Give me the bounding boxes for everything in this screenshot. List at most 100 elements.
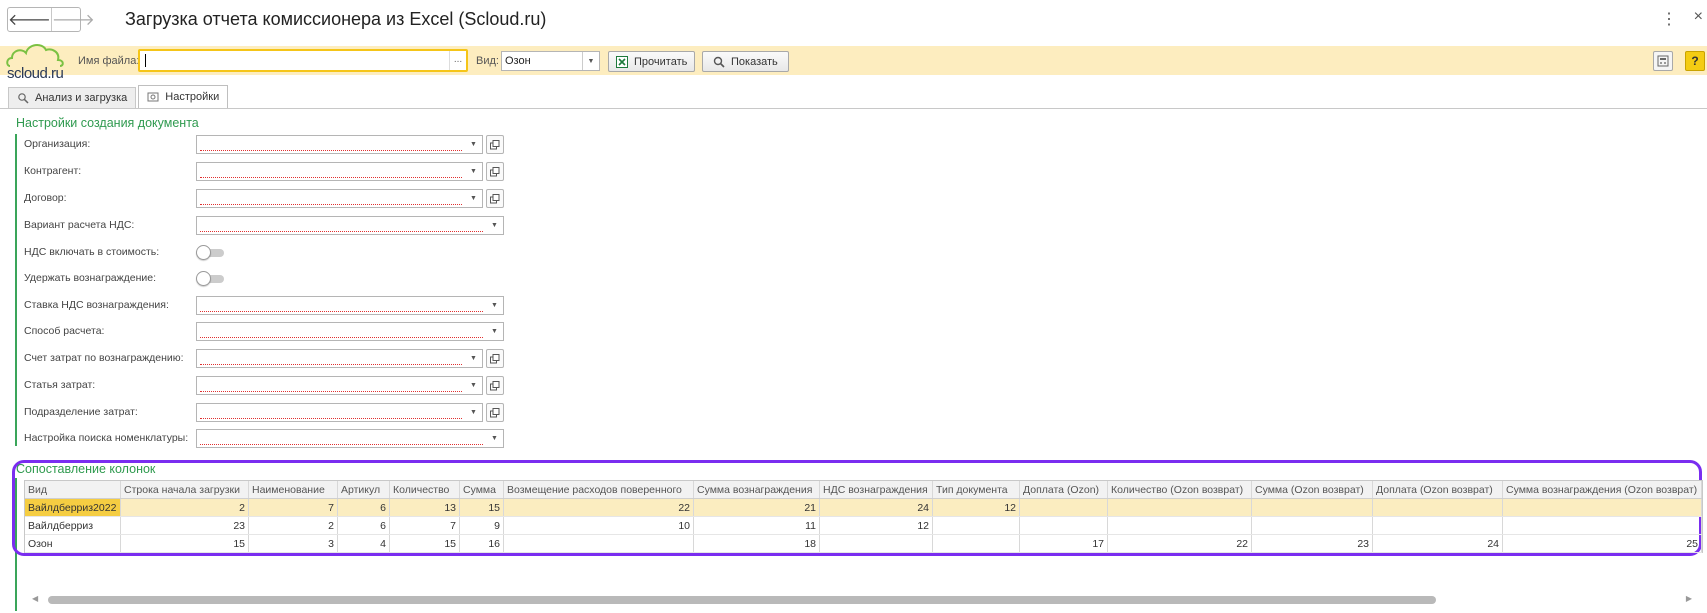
table-cell[interactable]: 9 [460,517,504,534]
toggle-switch[interactable] [196,271,226,286]
table-row[interactable]: Вайлдберриз2022 2 7 6 13 15 22 21 24 12 [25,499,1702,517]
column-header[interactable]: Количество (Ozon возврат) [1108,481,1252,498]
table-cell[interactable]: 10 [504,517,694,534]
chevron-down-icon[interactable]: ▼ [486,430,503,447]
file-name-field[interactable]: ... [138,49,468,72]
read-button[interactable]: Прочитать [608,51,696,72]
settings-input-field[interactable]: ▼ [196,296,504,315]
table-cell[interactable]: 23 [121,517,249,534]
table-cell[interactable]: 2 [249,517,338,534]
table-cell[interactable] [933,535,1020,552]
table-cell[interactable]: 15 [390,535,460,552]
table-cell[interactable] [1373,499,1503,516]
scroll-left-icon[interactable]: ◀ [32,594,38,603]
table-cell[interactable]: 3 [249,535,338,552]
table-cell[interactable]: 12 [820,517,933,534]
table-cell[interactable]: 23 [1252,535,1373,552]
settings-input-field[interactable]: ▼ [196,349,483,368]
chevron-down-icon[interactable]: ▼ [465,404,482,421]
table-cell[interactable]: 24 [820,499,933,516]
table-row[interactable]: Озон 15 3 4 15 16 18 17 22 23 24 25 [25,535,1702,553]
table-cell[interactable]: Вайлдберриз [25,517,121,534]
column-header[interactable]: Сумма вознаграждения (Ozon возврат) [1503,481,1702,498]
table-cell[interactable]: 22 [504,499,694,516]
table-cell[interactable] [933,517,1020,534]
table-cell[interactable] [1108,517,1252,534]
chevron-down-icon[interactable]: ▼ [465,136,482,153]
chevron-down-icon[interactable]: ▼ [486,297,503,314]
column-header[interactable]: Наименование [249,481,338,498]
chevron-down-icon[interactable]: ▼ [465,377,482,394]
chevron-down-icon[interactable]: ▼ [465,163,482,180]
settings-input-field[interactable]: ▼ [196,216,504,235]
open-form-button[interactable] [486,189,504,208]
table-cell[interactable]: 6 [338,517,390,534]
table-cell[interactable] [820,535,933,552]
settings-input-field[interactable]: ▼ [196,162,483,181]
help-button[interactable]: ? [1685,51,1705,71]
chevron-down-icon[interactable]: ▼ [486,217,503,234]
column-header[interactable]: НДС вознаграждения [820,481,933,498]
table-cell[interactable]: Вайлдберриз2022 [25,499,121,516]
table-cell[interactable]: 25 [1503,535,1702,552]
file-browse-button[interactable]: ... [449,51,466,70]
table-cell[interactable]: 7 [249,499,338,516]
vid-select[interactable]: Озон ▼ [501,51,600,71]
table-cell[interactable] [1020,517,1108,534]
table-cell[interactable] [1252,517,1373,534]
table-cell[interactable]: 22 [1108,535,1252,552]
table-cell[interactable]: 15 [121,535,249,552]
table-cell[interactable]: 13 [390,499,460,516]
column-header[interactable]: Артикул [338,481,390,498]
calculator-button[interactable] [1653,51,1673,71]
chevron-down-icon[interactable]: ▼ [465,190,482,207]
settings-input-field[interactable]: ▼ [196,429,504,448]
table-cell[interactable] [504,535,694,552]
column-header[interactable]: Строка начала загрузки [121,481,249,498]
close-icon[interactable]: × [1694,8,1703,26]
table-cell[interactable] [1020,499,1108,516]
column-header[interactable]: Возмещение расходов поверенного [504,481,694,498]
table-cell[interactable]: 15 [460,499,504,516]
table-cell[interactable]: 12 [933,499,1020,516]
column-header[interactable]: Вид [25,481,121,498]
table-cell[interactable] [1373,517,1503,534]
table-cell[interactable]: 18 [694,535,820,552]
open-form-button[interactable] [486,162,504,181]
column-header[interactable]: Доплата (Ozon) [1020,481,1108,498]
horizontal-scrollbar[interactable]: ◀ ▶ [32,594,1692,604]
more-menu-icon[interactable]: ⋮ [1661,9,1677,29]
table-row[interactable]: Вайлдберриз 23 2 6 7 9 10 11 12 [25,517,1702,535]
toggle-switch[interactable] [196,245,226,260]
open-form-button[interactable] [486,349,504,368]
settings-input-field[interactable]: ▼ [196,403,483,422]
table-cell[interactable]: 24 [1373,535,1503,552]
back-button[interactable]: 🡐 [8,8,51,31]
tab-analysis[interactable]: Анализ и загрузка [8,87,137,108]
table-cell[interactable]: 6 [338,499,390,516]
table-cell[interactable]: 21 [694,499,820,516]
table-cell[interactable]: 2 [121,499,249,516]
tab-settings[interactable]: Настройки [138,85,229,108]
chevron-down-icon[interactable]: ▼ [582,52,599,70]
table-cell[interactable] [1108,499,1252,516]
open-form-button[interactable] [486,135,504,154]
settings-input-field[interactable]: ▼ [196,189,483,208]
chevron-down-icon[interactable]: ▼ [486,323,503,340]
column-header[interactable]: Количество [390,481,460,498]
show-button[interactable]: Показать [702,51,789,72]
table-cell[interactable]: 7 [390,517,460,534]
settings-input-field[interactable]: ▼ [196,376,483,395]
table-cell[interactable]: 17 [1020,535,1108,552]
settings-input-field[interactable]: ▼ [196,322,504,341]
file-name-input[interactable] [140,51,466,70]
table-cell[interactable] [1503,517,1702,534]
column-header[interactable]: Сумма [460,481,504,498]
open-form-button[interactable] [486,376,504,395]
column-header[interactable]: Сумма (Ozon возврат) [1252,481,1373,498]
column-header[interactable]: Доплата (Ozon возврат) [1373,481,1503,498]
settings-input-field[interactable]: ▼ [196,135,483,154]
table-cell[interactable]: 4 [338,535,390,552]
table-cell[interactable]: 16 [460,535,504,552]
chevron-down-icon[interactable]: ▼ [465,350,482,367]
